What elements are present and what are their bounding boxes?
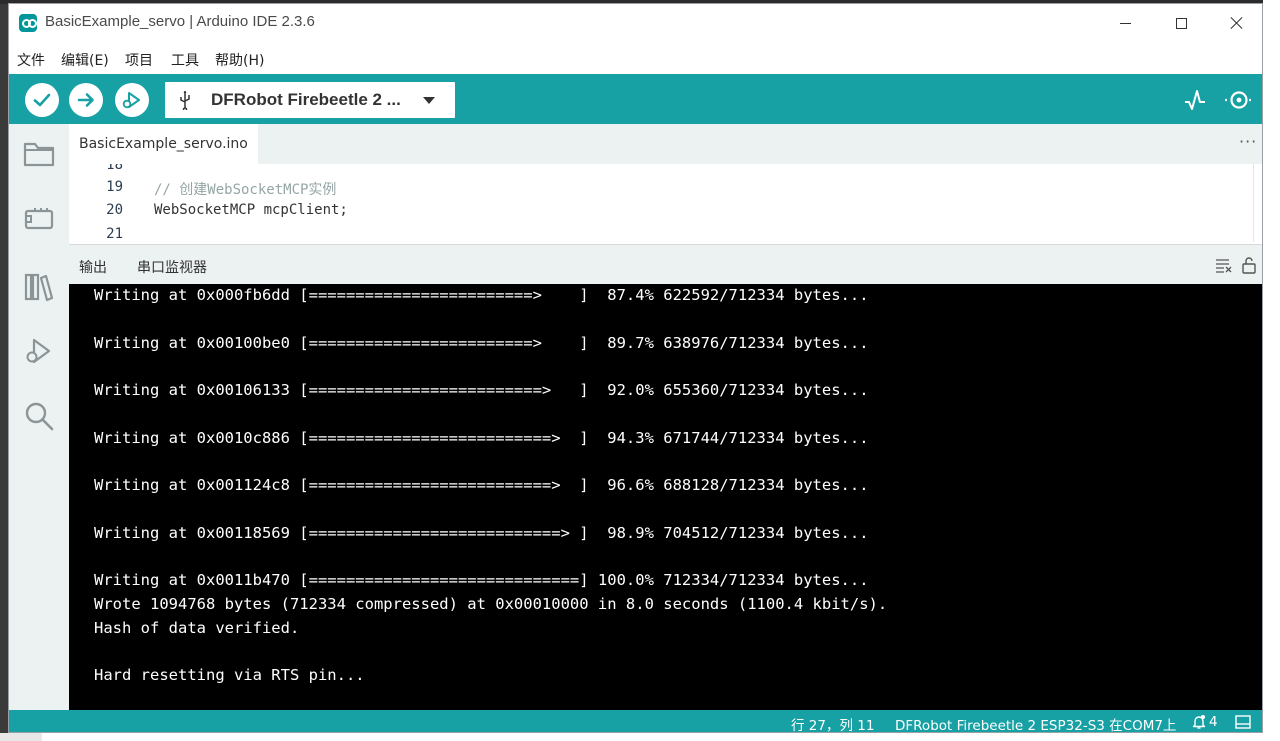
usb-icon bbox=[180, 90, 190, 110]
tab-basicexample-servo[interactable]: BasicExample_servo.ino bbox=[69, 124, 258, 164]
maximize-icon bbox=[1175, 17, 1187, 29]
menu-tools[interactable]: 工具 bbox=[171, 50, 199, 70]
debug-sidebar-button[interactable] bbox=[22, 334, 56, 368]
clear-output-button[interactable] bbox=[1215, 256, 1233, 274]
menu-file[interactable]: 文件 bbox=[17, 50, 45, 70]
code-line[interactable]: // 创建WebSocketMCP实例 bbox=[154, 179, 336, 199]
serial-monitor-icon bbox=[1225, 91, 1253, 109]
menu-edit[interactable]: 编辑(E) bbox=[61, 50, 109, 70]
line-number: 21 bbox=[106, 226, 123, 242]
arduino-ide-window: BasicExample_servo | Arduino IDE 2.3.6 文… bbox=[8, 3, 1263, 733]
minimize-icon bbox=[1119, 22, 1131, 24]
editor-tab-bar: BasicExample_servo.ino ··· bbox=[69, 124, 1262, 164]
menu-sketch[interactable]: 项目 bbox=[125, 50, 153, 70]
line-number-gutter: 18 19 20 21 bbox=[69, 164, 153, 242]
sketchbook-button[interactable] bbox=[22, 137, 56, 171]
desktop-background-bottom bbox=[0, 733, 1280, 741]
line-number: 20 bbox=[106, 202, 123, 218]
pulse-icon bbox=[1185, 90, 1205, 110]
console-line: Writing at 0x001124c8 [=================… bbox=[94, 476, 869, 494]
lock-open-icon bbox=[1242, 257, 1256, 274]
cursor-position[interactable]: 行 27，列 11 bbox=[791, 714, 874, 732]
console-line: Writing at 0x0011b470 [=================… bbox=[94, 571, 869, 589]
debug-button[interactable] bbox=[115, 83, 149, 117]
debug-icon bbox=[122, 92, 140, 109]
output-panel-header: 输出 串口监视器 bbox=[69, 244, 1262, 284]
console-line: Writing at 0x0010c886 [=================… bbox=[94, 429, 869, 447]
board-port-status[interactable]: DFRobot Firebeetle 2 ESP32-S3 在COM7上 bbox=[895, 714, 1176, 732]
serial-monitor-button[interactable] bbox=[1223, 84, 1255, 116]
title-bar: BasicExample_servo | Arduino IDE 2.3.6 bbox=[9, 4, 1262, 42]
notification-count: 4 bbox=[1209, 714, 1218, 730]
line-number: 19 bbox=[106, 179, 123, 195]
menu-help[interactable]: 帮助(H) bbox=[215, 50, 264, 70]
console-line: Writing at 0x000fb6dd [=================… bbox=[94, 286, 869, 304]
minimize-button[interactable] bbox=[1097, 4, 1153, 42]
arduino-logo-icon bbox=[19, 14, 37, 32]
library-manager-button[interactable] bbox=[22, 270, 56, 304]
console-line: Writing at 0x00100be0 [=================… bbox=[94, 334, 869, 352]
tab-output[interactable]: 输出 bbox=[79, 257, 107, 277]
console-line: Wrote 1094768 bytes (712334 compressed) … bbox=[94, 595, 888, 613]
more-options-icon[interactable]: ··· bbox=[1239, 132, 1257, 151]
upload-button[interactable] bbox=[69, 83, 103, 117]
output-console[interactable]: Writing at 0x000fb6dd [=================… bbox=[69, 284, 1262, 710]
board-icon bbox=[24, 208, 54, 230]
scroll-lock-button[interactable] bbox=[1240, 256, 1258, 274]
check-icon bbox=[33, 93, 51, 107]
editor-scrollbar[interactable] bbox=[1253, 164, 1262, 242]
tab-serial-monitor[interactable]: 串口监视器 bbox=[137, 257, 207, 277]
chevron-down-icon bbox=[423, 97, 435, 104]
search-button[interactable] bbox=[22, 399, 56, 433]
arrow-right-icon bbox=[77, 93, 94, 107]
maximize-button[interactable] bbox=[1153, 4, 1209, 42]
tab-label: BasicExample_servo.ino bbox=[79, 136, 248, 152]
board-name: DFRobot Firebeetle 2 ... bbox=[211, 90, 401, 109]
verify-button[interactable] bbox=[25, 83, 59, 117]
activity-sidebar bbox=[9, 124, 69, 710]
menu-bar: 文件 编辑(E) 项目 工具 帮助(H) bbox=[9, 42, 1262, 74]
desktop-background-right bbox=[1263, 0, 1280, 741]
toolbar: DFRobot Firebeetle 2 ... bbox=[9, 74, 1262, 124]
code-line[interactable]: WebSocketMCP mcpClient; bbox=[154, 202, 348, 218]
debug-sidebar-icon bbox=[26, 338, 51, 364]
console-line: Writing at 0x00118569 [=================… bbox=[94, 524, 869, 542]
window-title: BasicExample_servo | Arduino IDE 2.3.6 bbox=[45, 13, 315, 30]
code-editor[interactable]: 18 19 20 21 // 创建WebSocketMCP实例 WebSocke… bbox=[69, 164, 1262, 242]
console-line: Hard resetting via RTS pin... bbox=[94, 666, 365, 684]
folder-icon bbox=[23, 142, 55, 167]
notification-bell-icon[interactable] bbox=[1191, 714, 1207, 730]
line-number: 18 bbox=[106, 164, 123, 173]
search-icon bbox=[25, 402, 54, 431]
board-selector[interactable]: DFRobot Firebeetle 2 ... bbox=[165, 82, 455, 118]
toggle-panel-icon[interactable] bbox=[1235, 714, 1251, 730]
desktop-background-corner bbox=[0, 733, 42, 741]
clear-output-icon bbox=[1216, 259, 1232, 273]
close-icon bbox=[1230, 16, 1244, 30]
library-icon bbox=[24, 273, 54, 302]
close-button[interactable] bbox=[1209, 4, 1262, 42]
boards-manager-button[interactable] bbox=[22, 202, 56, 236]
console-line: Hash of data verified. bbox=[94, 619, 300, 637]
serial-plotter-button[interactable] bbox=[1179, 84, 1211, 116]
console-line: Writing at 0x00106133 [=================… bbox=[94, 381, 869, 399]
status-bar: 行 27，列 11 DFRobot Firebeetle 2 ESP32-S3 … bbox=[9, 710, 1262, 732]
